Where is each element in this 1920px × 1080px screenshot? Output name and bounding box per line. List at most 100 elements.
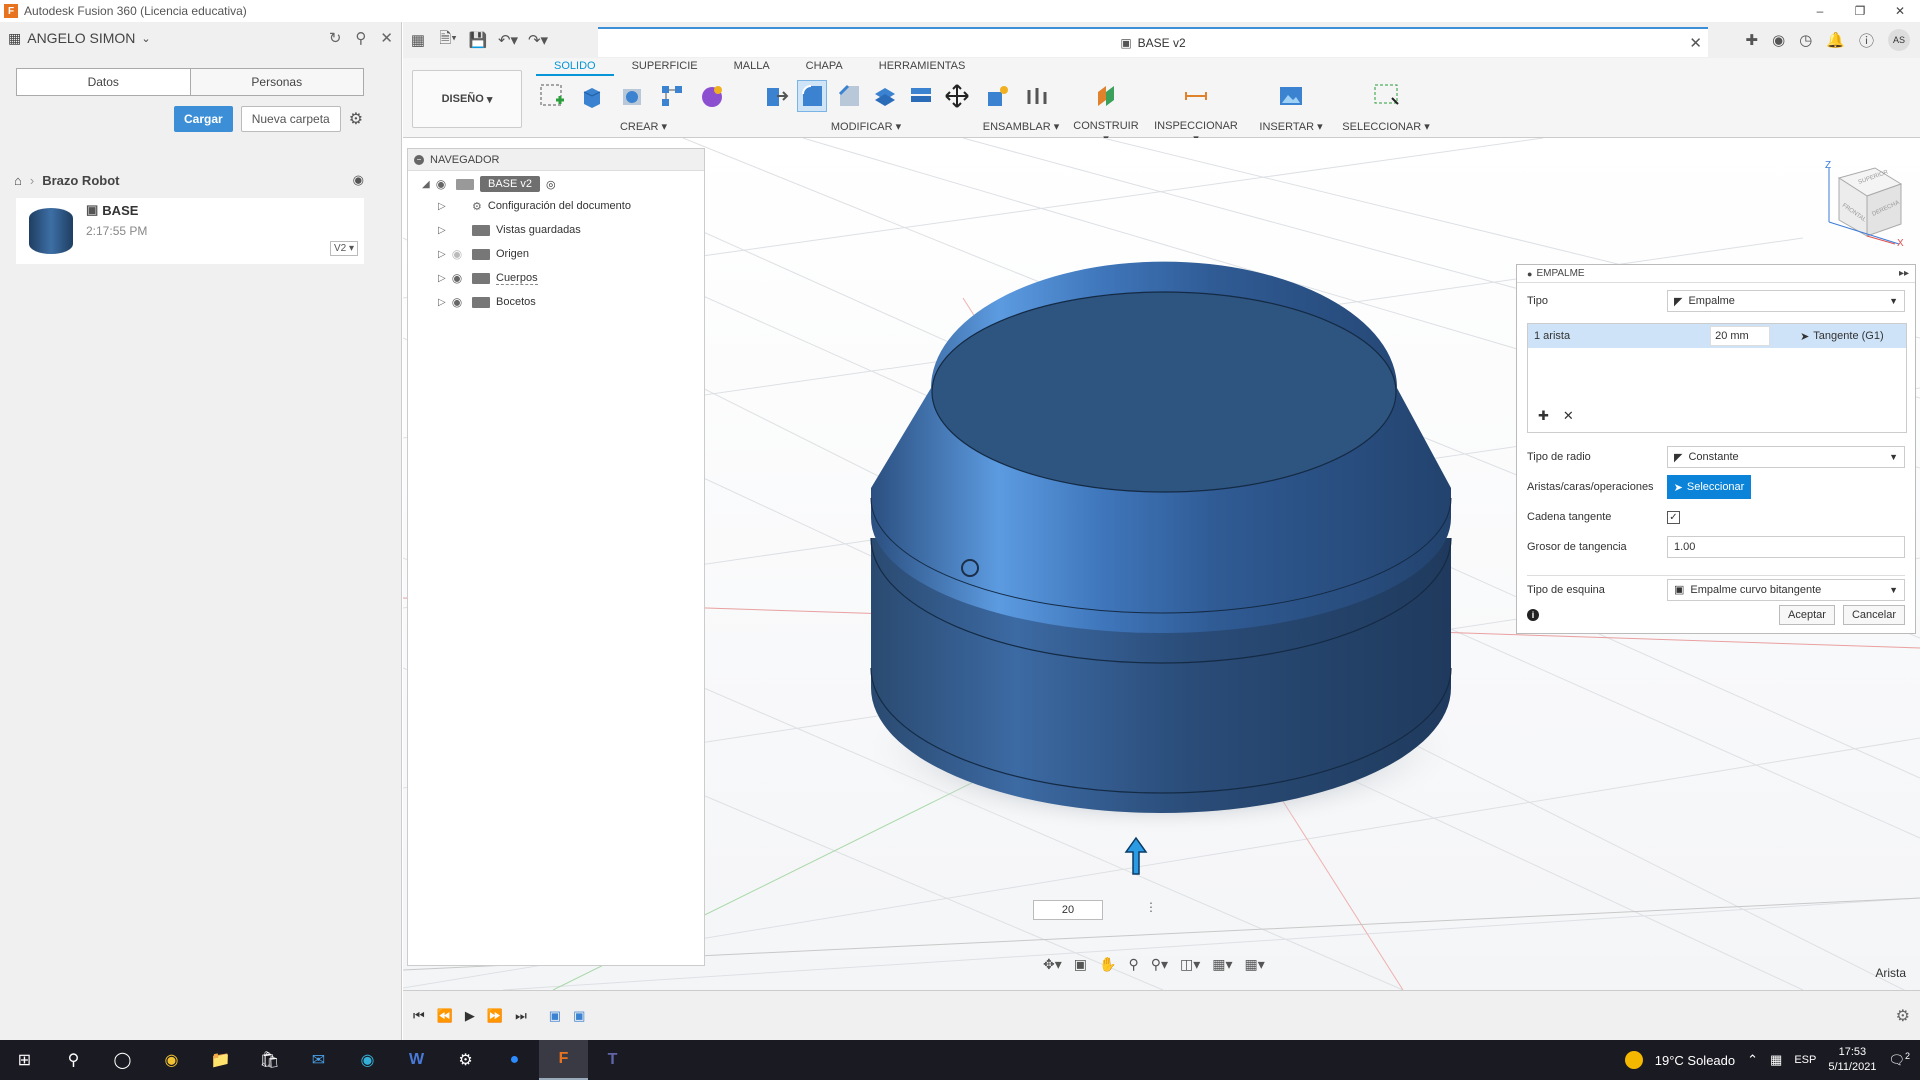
ok-button[interactable]: Aceptar bbox=[1779, 605, 1835, 625]
remove-edge-icon[interactable]: ✕ bbox=[1563, 408, 1574, 424]
extrude-icon[interactable] bbox=[576, 80, 608, 112]
go-to-end-icon[interactable]: ⏭ bbox=[515, 1008, 527, 1024]
navigator-header[interactable]: − NAVEGADOR bbox=[408, 149, 704, 171]
eye-icon[interactable]: ◉ bbox=[432, 177, 450, 191]
collapse-icon[interactable]: − bbox=[414, 154, 424, 165]
chrome-icon[interactable]: ◉ bbox=[147, 1040, 196, 1080]
dimension-options-icon[interactable]: ⋮ bbox=[1145, 900, 1157, 914]
breadcrumb-project[interactable]: Brazo Robot bbox=[42, 173, 119, 188]
activate-icon[interactable]: ◎ bbox=[546, 178, 556, 191]
clock[interactable]: 17:53 5/11/2021 bbox=[1828, 1045, 1876, 1075]
select-window-icon[interactable] bbox=[1370, 80, 1402, 112]
expand-triangle-icon[interactable]: ▷ bbox=[438, 249, 448, 260]
home-icon[interactable]: ⌂ bbox=[14, 173, 22, 188]
collapse-triangle-icon[interactable]: ◢ bbox=[422, 179, 432, 190]
navigator-item[interactable]: ▷ ⚙ Configuración del documento bbox=[438, 195, 631, 217]
help-icon[interactable]: ⓘ bbox=[1859, 30, 1874, 51]
edge-icon[interactable]: ◉ bbox=[343, 1040, 392, 1080]
expand-triangle-icon[interactable]: ▷ bbox=[438, 273, 448, 284]
tab-solido[interactable]: SOLIDO bbox=[536, 58, 614, 76]
chamfer-icon[interactable] bbox=[835, 80, 863, 112]
upload-button[interactable]: Cargar bbox=[174, 106, 233, 132]
mail-icon[interactable]: ✉ bbox=[294, 1040, 343, 1080]
revolve-icon[interactable] bbox=[616, 80, 648, 112]
radius-input[interactable]: 20 mm bbox=[1710, 326, 1771, 346]
version-badge[interactable]: V2 ▾ bbox=[329, 241, 358, 256]
search-icon[interactable]: ⚲ bbox=[49, 1040, 98, 1080]
undo-icon[interactable]: ↶▾ bbox=[493, 31, 523, 49]
view-cube[interactable]: SUPERIOR FRONTAL DERECHA Z X bbox=[1815, 158, 1905, 248]
go-to-start-icon[interactable]: ⏮ bbox=[413, 1008, 425, 1024]
navigator-root[interactable]: ◢ ◉ BASE v2 ◎ bbox=[422, 173, 556, 195]
gear-icon[interactable]: ⚙ bbox=[349, 109, 363, 129]
info-icon[interactable]: i bbox=[1527, 609, 1539, 621]
fillet-dialog-header[interactable]: ● EMPALME ▸▸ bbox=[1517, 265, 1915, 283]
expand-triangle-icon[interactable]: ▷ bbox=[438, 201, 448, 212]
file-explorer-icon[interactable]: 📁 bbox=[196, 1040, 245, 1080]
start-button[interactable]: ⊞ bbox=[0, 1040, 49, 1080]
document-tab[interactable]: ▣ BASE v2 ✕ bbox=[598, 27, 1708, 57]
extensions-icon[interactable]: ◉ bbox=[1772, 31, 1785, 49]
close-icon[interactable]: ✕ bbox=[380, 29, 393, 47]
tray-chevron-icon[interactable]: ⌃ bbox=[1747, 1052, 1758, 1068]
offset-plane-icon[interactable] bbox=[1090, 80, 1122, 112]
file-menu-icon[interactable]: 🗎▾ bbox=[433, 28, 463, 53]
zoom-icon[interactable]: ⚲ bbox=[1128, 956, 1138, 973]
pattern-icon[interactable] bbox=[656, 80, 688, 112]
select-button[interactable]: ➤ Seleccionar bbox=[1667, 475, 1751, 499]
shell-icon[interactable] bbox=[871, 80, 899, 112]
edge-row[interactable]: 1 arista 20 mm ➤ Tangente (G1) bbox=[1528, 324, 1906, 348]
fillet-type-select[interactable]: ◤ Empalme ▼ bbox=[1667, 290, 1905, 312]
corner-type-select[interactable]: ▣ Empalme curvo bitangente ▼ bbox=[1667, 578, 1905, 601]
display-settings-icon[interactable]: ◫▾ bbox=[1180, 956, 1200, 973]
user-name[interactable]: ANGELO SIMON bbox=[27, 30, 135, 46]
expand-arrow-icon[interactable]: ▸▸ bbox=[1899, 268, 1909, 279]
radius-type-select[interactable]: ◤ Constante ▼ bbox=[1667, 446, 1905, 468]
word-icon[interactable]: W bbox=[392, 1040, 441, 1080]
add-edge-icon[interactable]: ✚ bbox=[1538, 408, 1549, 424]
timeline-sketch-icon[interactable]: ▣ bbox=[549, 1008, 561, 1024]
orbit-icon[interactable]: ✥▾ bbox=[1043, 956, 1062, 973]
store-icon[interactable]: 🛍 bbox=[245, 1040, 294, 1080]
tab-superficie[interactable]: SUPERFICIE bbox=[614, 58, 716, 76]
form-icon[interactable] bbox=[696, 80, 728, 112]
redo-icon[interactable]: ↷▾ bbox=[523, 31, 553, 49]
task-view-icon[interactable]: ◯ bbox=[98, 1040, 147, 1080]
move-icon[interactable] bbox=[943, 80, 971, 112]
close-window-button[interactable]: ✕ bbox=[1880, 0, 1920, 22]
navigator-item[interactable]: ▷ ◉ Cuerpos bbox=[438, 267, 538, 289]
refresh-icon[interactable]: ↻ bbox=[329, 29, 342, 47]
collapse-icon[interactable]: ● bbox=[1527, 269, 1532, 279]
insert-image-icon[interactable] bbox=[1275, 80, 1307, 112]
tab-datos[interactable]: Datos bbox=[17, 69, 190, 95]
new-tab-icon[interactable]: ✚ bbox=[1746, 31, 1759, 49]
grid-settings-icon[interactable]: ▦▾ bbox=[1212, 956, 1232, 973]
new-component-icon[interactable] bbox=[981, 80, 1013, 112]
pan-icon[interactable]: ✋ bbox=[1099, 956, 1116, 973]
teams-icon[interactable]: T bbox=[588, 1040, 637, 1080]
timeline-settings-icon[interactable]: ⚙ bbox=[1896, 1006, 1910, 1026]
job-status-icon[interactable]: ◷ bbox=[1799, 31, 1812, 49]
timeline-feature-icon[interactable]: ▣ bbox=[573, 1008, 585, 1024]
viewports-icon[interactable]: ▦▾ bbox=[1245, 956, 1265, 973]
network-icon[interactable]: ▦ bbox=[1770, 1052, 1782, 1068]
chevron-down-icon[interactable]: ⌄ bbox=[141, 32, 150, 45]
fillet-icon[interactable] bbox=[797, 80, 827, 112]
save-icon[interactable]: 💾 bbox=[463, 31, 493, 49]
expand-triangle-icon[interactable]: ▷ bbox=[438, 225, 448, 236]
eye-hidden-icon[interactable]: ◉ bbox=[448, 247, 466, 261]
tab-personas[interactable]: Personas bbox=[189, 69, 363, 95]
tangency-weight-input[interactable]: 1.00 bbox=[1667, 536, 1905, 558]
eye-icon[interactable]: ◉ bbox=[448, 295, 466, 309]
notifications-icon[interactable]: 🗨2 bbox=[1888, 1051, 1910, 1068]
create-sketch-icon[interactable] bbox=[536, 80, 568, 112]
close-tab-icon[interactable]: ✕ bbox=[1689, 34, 1702, 52]
globe-icon[interactable]: ◉ bbox=[353, 172, 364, 188]
cancel-button[interactable]: Cancelar bbox=[1842, 605, 1905, 625]
tangent-chain-checkbox[interactable]: ✓ bbox=[1667, 510, 1680, 524]
look-at-icon[interactable]: ▣ bbox=[1074, 956, 1087, 973]
play-icon[interactable]: ▶ bbox=[465, 1008, 475, 1024]
new-folder-button[interactable]: Nueva carpeta bbox=[240, 106, 341, 132]
navigator-item[interactable]: ▷ ◉ Bocetos bbox=[438, 291, 536, 313]
step-forward-icon[interactable]: ⏩ bbox=[487, 1008, 503, 1024]
